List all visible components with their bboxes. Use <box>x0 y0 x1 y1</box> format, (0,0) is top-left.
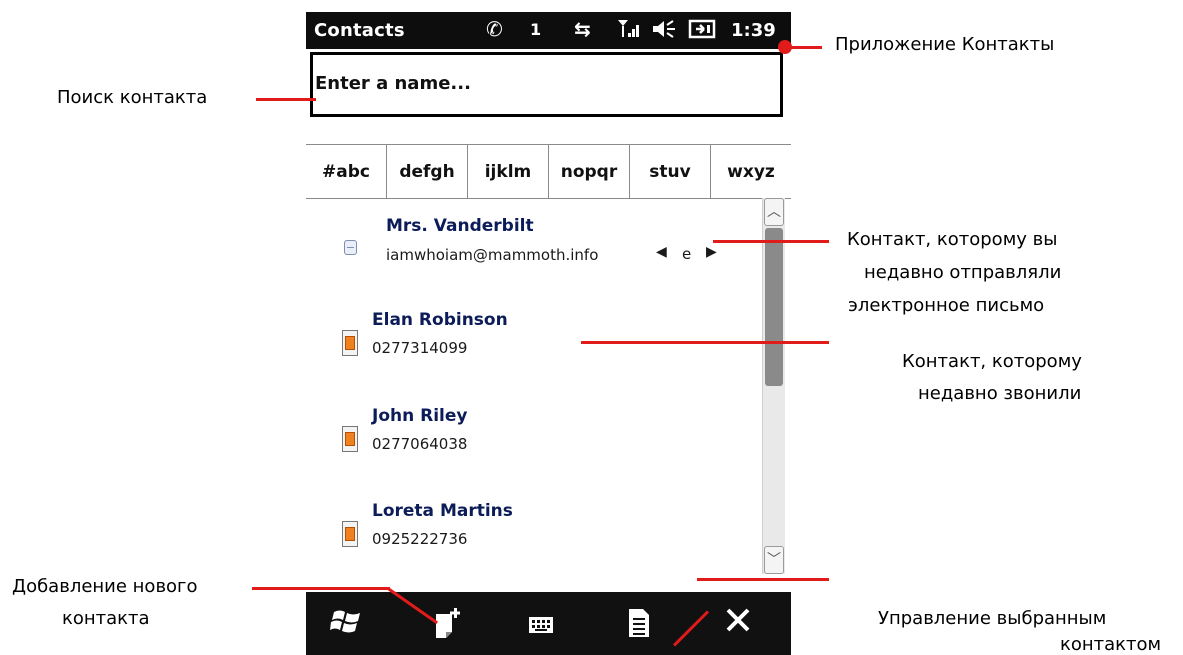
contact-badge: e <box>682 245 692 263</box>
tab-stuv[interactable]: stuv <box>630 145 711 198</box>
contact-card-icon <box>342 330 358 356</box>
annotation-line <box>713 240 829 243</box>
signal-icon[interactable] <box>616 17 642 46</box>
windows-start-icon[interactable] <box>330 606 364 643</box>
contact-name: John Riley <box>372 406 468 426</box>
contact-name: Mrs. Vanderbilt <box>386 216 534 236</box>
keyboard-icon[interactable] <box>528 612 554 642</box>
annotation-called-1: Контакт, которому <box>902 351 1082 372</box>
list-item[interactable]: Loreta Martins 0925222736 <box>306 498 756 558</box>
app-title: Contacts <box>314 20 405 41</box>
annotation-called-2: недавно звонили <box>918 383 1082 404</box>
scroll-up-icon[interactable]: ︿ <box>764 198 784 226</box>
annotation-line <box>786 46 822 49</box>
list-item[interactable]: Elan Robinson 0277314099 <box>306 307 756 367</box>
contact-name: Loreta Martins <box>372 501 513 521</box>
annotation-search: Поиск контакта <box>57 87 208 108</box>
annotation-emailed-1: Контакт, которому вы <box>847 229 1058 250</box>
contact-card-icon <box>342 426 358 452</box>
menu-icon[interactable] <box>628 608 650 645</box>
annotation-line <box>581 341 829 344</box>
alphabet-tabs: #abc defgh ijklm nopqr stuv wxyz <box>306 144 791 199</box>
email-contact-icon <box>344 240 357 255</box>
volume-icon[interactable] <box>650 17 678 46</box>
chevron-left-icon[interactable]: ◀ <box>656 244 667 260</box>
contact-info: iamwhoiam@mammoth.info <box>386 246 599 264</box>
annotation-add-1: Добавление нового <box>12 576 198 597</box>
contact-info: 0277064038 <box>372 435 468 453</box>
phone-screen: Contacts ✆ 1 ⇆ 1:39 #abc <box>306 12 791 655</box>
annotation-line <box>252 587 390 590</box>
annotation-add-2: контакта <box>62 608 150 629</box>
bottom-bar <box>306 592 791 655</box>
battery-charging-icon[interactable] <box>688 17 718 46</box>
annotation-manage-2: контактом <box>1060 634 1162 655</box>
contact-card-icon <box>342 521 358 547</box>
tab-ijklm[interactable]: ijklm <box>468 145 549 198</box>
tab-wxyz[interactable]: wxyz <box>711 145 791 198</box>
contact-name: Elan Robinson <box>372 310 508 330</box>
annotation-line <box>697 578 829 581</box>
tab-defgh[interactable]: defgh <box>387 145 468 198</box>
annotation-emailed-3: электронное письмо <box>848 295 1045 316</box>
close-icon[interactable] <box>724 606 752 641</box>
annotation-line <box>256 98 316 101</box>
clock: 1:39 <box>731 20 776 41</box>
new-contact-icon[interactable] <box>432 606 464 645</box>
list-item[interactable]: Mrs. Vanderbilt iamwhoiam@mammoth.info ◀… <box>306 212 756 272</box>
contact-info: 0277314099 <box>372 339 468 357</box>
scroll-down-icon[interactable]: ﹀ <box>764 546 784 574</box>
phone-call-icon[interactable]: ✆ <box>486 17 503 41</box>
call-count: 1 <box>530 20 542 39</box>
data-sync-icon[interactable]: ⇆ <box>574 17 591 41</box>
contact-info: 0925222736 <box>372 530 468 548</box>
tab-abc[interactable]: #abc <box>306 145 387 198</box>
search-box[interactable] <box>310 52 783 117</box>
annotation-manage-1: Управление выбранным <box>878 608 1107 629</box>
annotation-app: Приложение Контакты <box>835 34 1055 55</box>
status-bar: Contacts ✆ 1 ⇆ 1:39 <box>306 12 791 49</box>
search-input[interactable] <box>313 55 757 112</box>
tab-nopqr[interactable]: nopqr <box>549 145 630 198</box>
scrollbar[interactable]: ︿ ﹀ <box>762 198 785 574</box>
chevron-right-icon[interactable]: ▶ <box>706 244 717 260</box>
list-item[interactable]: John Riley 0277064038 <box>306 403 756 463</box>
annotation-emailed-2: недавно отправляли <box>864 262 1062 283</box>
scroll-thumb[interactable] <box>765 228 783 386</box>
